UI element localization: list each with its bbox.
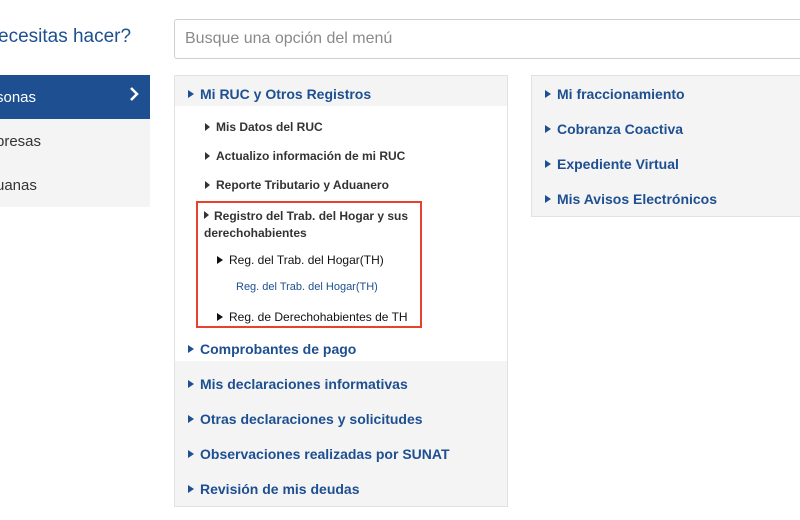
sidebar-item-empresas[interactable]: presas xyxy=(0,119,150,163)
menu-panel-middle: Mi RUC y Otros Registros Mis Datos del R… xyxy=(174,75,508,507)
triangle-right-icon xyxy=(217,256,223,264)
triangle-right-icon xyxy=(545,195,551,203)
menu-item-label: Reg. de Derechohabientes de TH xyxy=(229,310,408,324)
link-reg-trab-hogar[interactable]: Reg. del Trab. del Hogar(TH) xyxy=(236,281,378,293)
triangle-right-icon xyxy=(204,211,209,219)
link-label: Reg. del Trab. del Hogar(TH) xyxy=(236,281,378,293)
search-input[interactable]: Busque una opción del menú xyxy=(174,19,800,59)
sidebar-item-label: presas xyxy=(0,132,42,150)
menu-item-label: Mis Datos del RUC xyxy=(216,120,323,134)
menu-section-mi-ruc[interactable]: Mi RUC y Otros Registros xyxy=(188,86,371,102)
chevron-right-icon xyxy=(128,86,140,106)
triangle-right-icon xyxy=(545,90,551,98)
sidebar: sonas presas uanas xyxy=(0,75,150,207)
menu-item-mis-datos-ruc[interactable]: Mis Datos del RUC xyxy=(205,120,323,134)
menu-section-expediente-virtual[interactable]: Expediente Virtual xyxy=(545,156,679,172)
triangle-right-icon xyxy=(205,123,210,131)
menu-section-label: Otras declaraciones y solicitudes xyxy=(200,411,423,427)
menu-item-label: Reporte Tributario y Aduanero xyxy=(216,178,389,192)
menu-item-reporte-tributario[interactable]: Reporte Tributario y Aduanero xyxy=(205,178,389,192)
menu-item-label: Registro del Trab. del Hogar y sus derec… xyxy=(204,209,409,240)
triangle-right-icon xyxy=(545,160,551,168)
triangle-right-icon xyxy=(188,345,194,353)
menu-section-label: Cobranza Coactiva xyxy=(557,121,684,137)
triangle-right-icon xyxy=(205,152,210,160)
menu-section-label: Observaciones realizadas por SUNAT xyxy=(200,446,450,462)
menu-section-revision-deudas[interactable]: Revisión de mis deudas xyxy=(188,481,360,497)
menu-section-cobranza-coactiva[interactable]: Cobranza Coactiva xyxy=(545,121,683,137)
menu-section-label: Revisión de mis deudas xyxy=(200,481,360,497)
menu-section-fraccionamiento[interactable]: Mi fraccionamiento xyxy=(545,86,685,102)
triangle-right-icon xyxy=(188,90,194,98)
menu-item-label: Actualizo información de mi RUC xyxy=(216,149,406,163)
sidebar-item-aduanas[interactable]: uanas xyxy=(0,163,150,207)
menu-section-observaciones-sunat[interactable]: Observaciones realizadas por SUNAT xyxy=(188,446,450,462)
menu-section-comprobantes[interactable]: Comprobantes de pago xyxy=(188,341,356,357)
sidebar-item-personas[interactable]: sonas xyxy=(0,75,150,119)
menu-section-otras-declaraciones[interactable]: Otras declaraciones y solicitudes xyxy=(188,411,423,427)
menu-section-label: Mis Avisos Electrónicos xyxy=(557,191,718,207)
menu-section-label: Comprobantes de pago xyxy=(200,341,357,357)
menu-section-declaraciones-informativas[interactable]: Mis declaraciones informativas xyxy=(188,376,408,392)
menu-item-registro-trab-hogar[interactable]: Registro del Trab. del Hogar y sus derec… xyxy=(204,208,424,242)
triangle-right-icon xyxy=(188,485,194,493)
triangle-right-icon xyxy=(545,125,551,133)
menu-item-label: Reg. del Trab. del Hogar(TH) xyxy=(229,253,384,267)
menu-section-label: Mis declaraciones informativas xyxy=(200,376,408,392)
triangle-right-icon xyxy=(217,313,223,321)
triangle-right-icon xyxy=(205,181,210,189)
menu-section-label: Expediente Virtual xyxy=(557,156,679,172)
triangle-right-icon xyxy=(188,415,194,423)
sidebar-item-label: sonas xyxy=(0,88,37,106)
menu-section-label: Mi RUC y Otros Registros xyxy=(200,86,372,102)
menu-item-reg-derechohabientes[interactable]: Reg. de Derechohabientes de TH xyxy=(217,310,408,324)
menu-item-reg-trab-hogar[interactable]: Reg. del Trab. del Hogar(TH) xyxy=(217,253,384,267)
menu-section-label: Mi fraccionamiento xyxy=(557,86,685,102)
menu-panel-right: Mi fraccionamiento Cobranza Coactiva Exp… xyxy=(531,75,800,217)
triangle-right-icon xyxy=(188,450,194,458)
menu-item-actualizo-ruc[interactable]: Actualizo información de mi RUC xyxy=(205,149,405,163)
triangle-right-icon xyxy=(188,380,194,388)
menu-section-avisos-electronicos[interactable]: Mis Avisos Electrónicos xyxy=(545,191,717,207)
page-question: ecesitas hacer? xyxy=(0,26,132,47)
search-placeholder: Busque una opción del menú xyxy=(185,30,393,47)
sidebar-item-label: uanas xyxy=(0,176,37,194)
